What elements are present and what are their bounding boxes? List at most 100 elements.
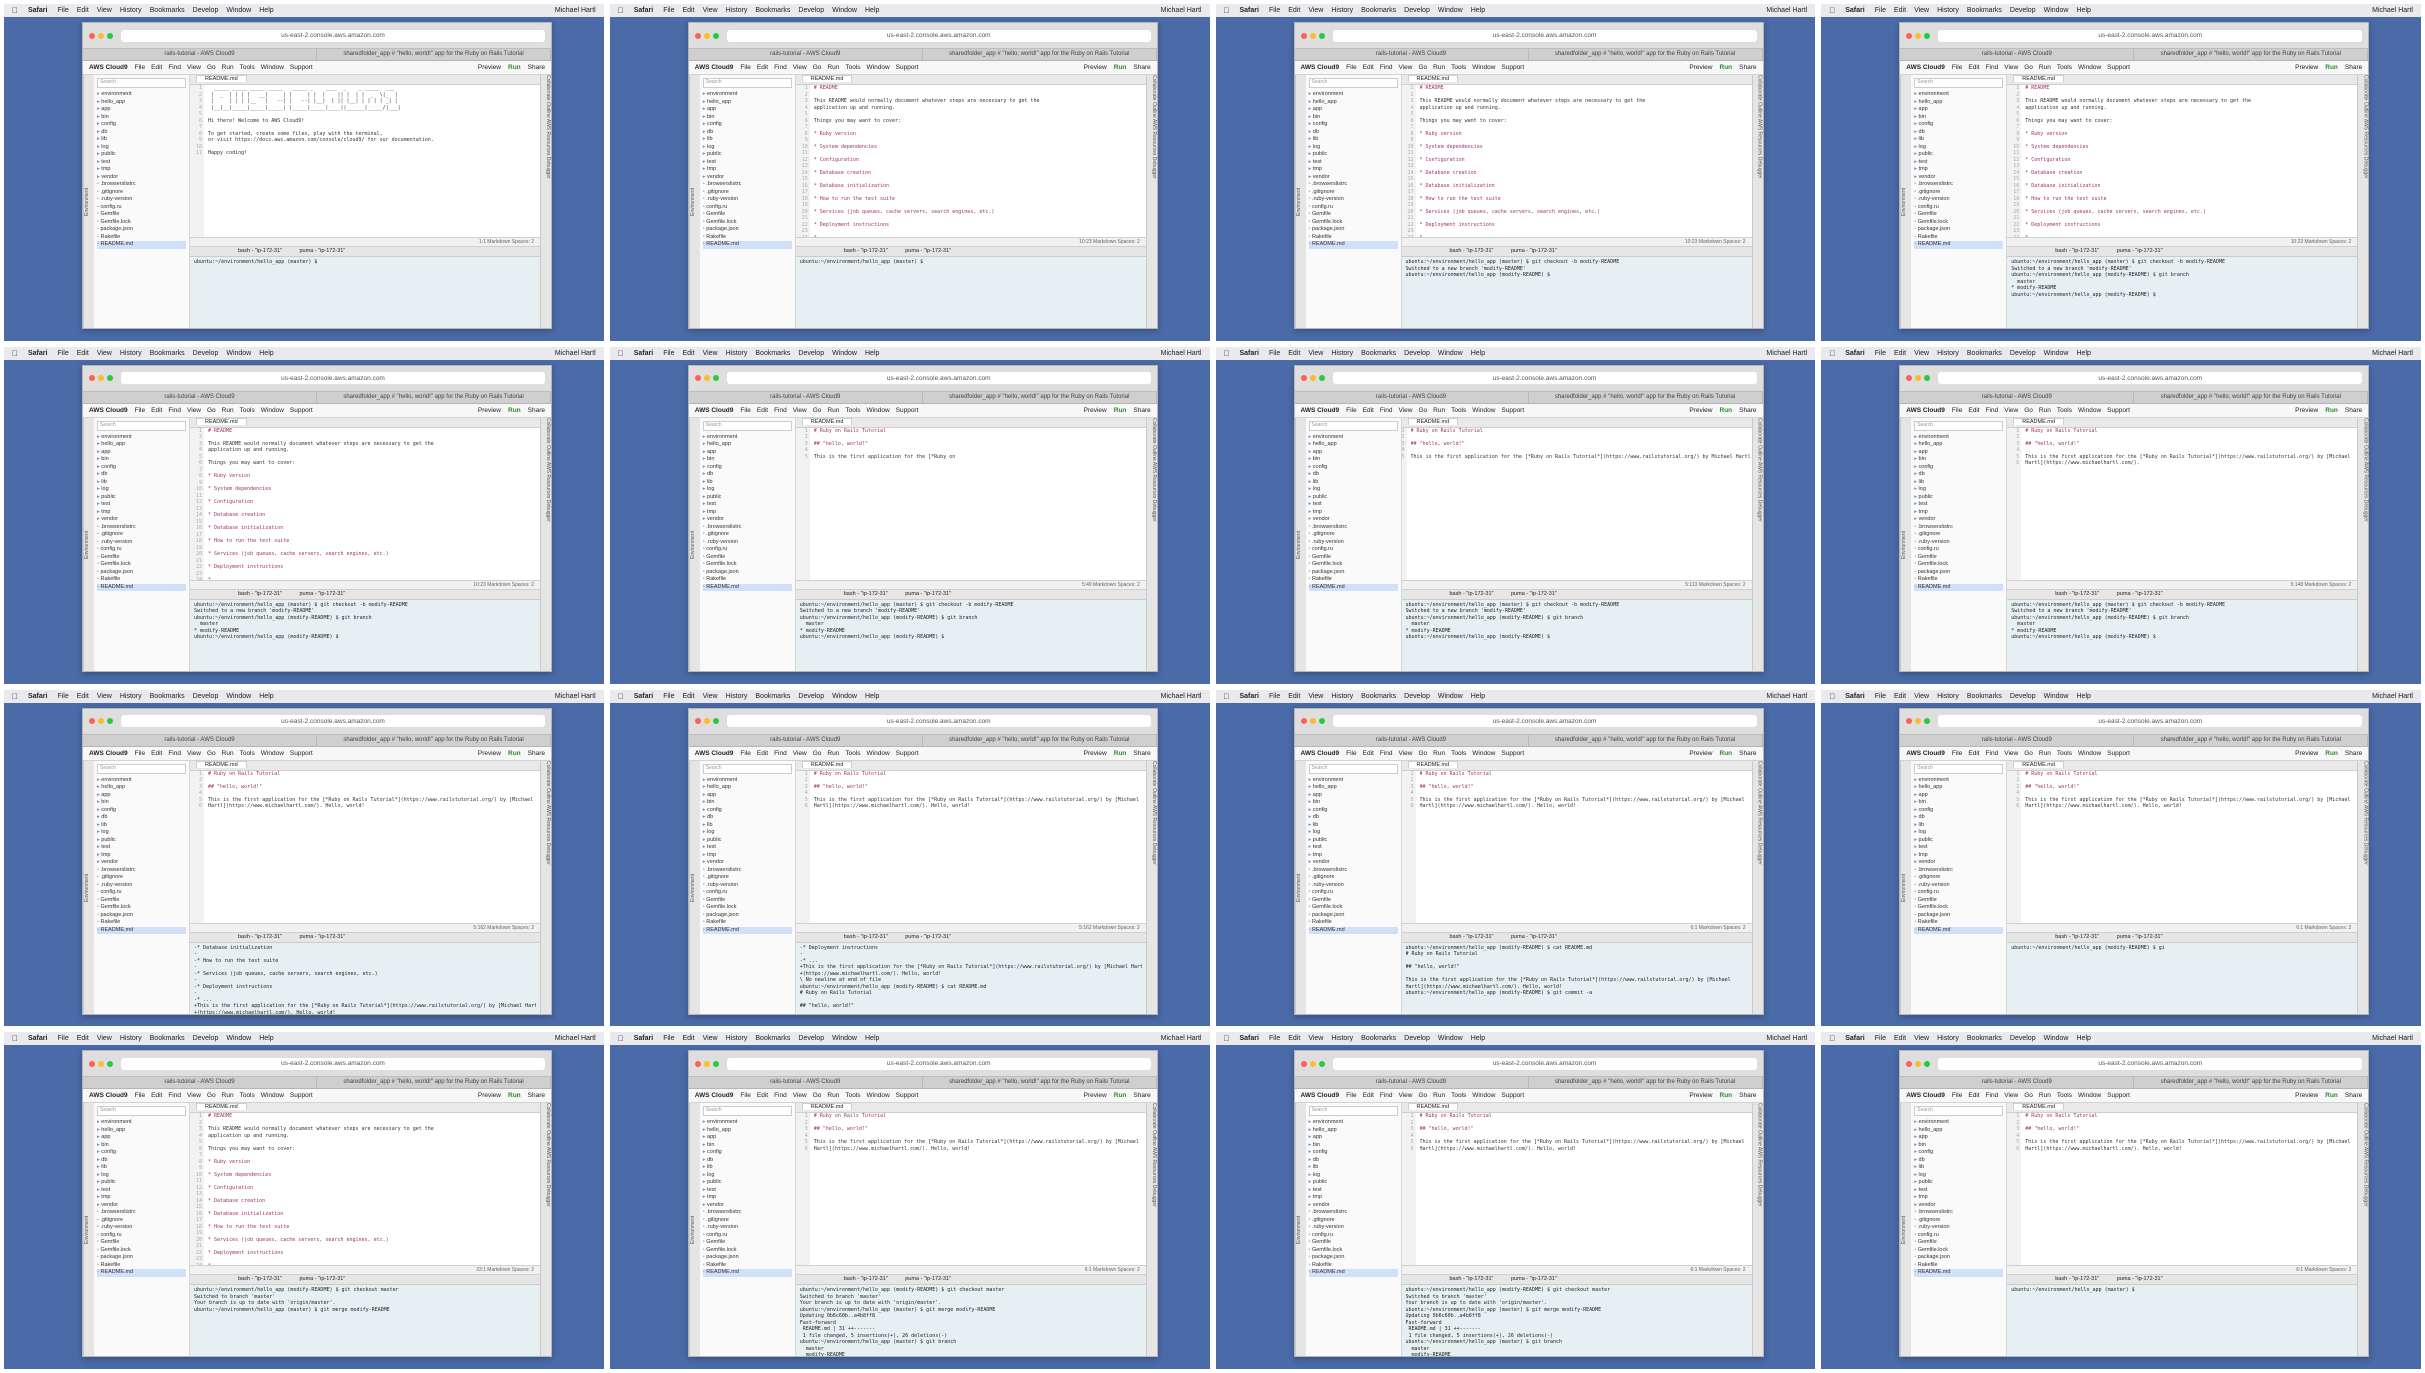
tab-bash[interactable]: bash - "ip-172-31"	[836, 1276, 896, 1282]
apple-icon[interactable]: 	[618, 6, 624, 15]
tree-folder[interactable]: environment	[703, 777, 792, 785]
menubar-item[interactable]: Help	[2077, 7, 2091, 14]
tree-folder[interactable]: tmp	[1309, 852, 1398, 860]
tab-puma[interactable]: puma - "ip-172-31"	[897, 934, 959, 940]
tree-file[interactable]: package.json	[97, 912, 186, 920]
tab-readme[interactable]: README.md	[1407, 75, 1459, 82]
cloud9-menu-item[interactable]: Find	[1986, 1092, 1999, 1099]
tree-file[interactable]: .ruby-version	[97, 882, 186, 890]
tree-folder[interactable]: public	[703, 494, 792, 502]
tab-puma[interactable]: puma - "ip-172-31"	[1503, 248, 1565, 254]
tree-folder[interactable]: public	[97, 151, 186, 159]
browser-tab-github[interactable]: sharedfolder_app # "hello, world!" app f…	[1529, 391, 1763, 403]
browser-tab-cloud9[interactable]: rails-tutorial - AWS Cloud9	[1295, 49, 1529, 60]
tab-readme[interactable]: README.md	[1407, 417, 1459, 425]
menubar-item[interactable]: Help	[2077, 350, 2091, 357]
menubar-item[interactable]: Window	[832, 350, 857, 357]
tab-readme[interactable]: README.md	[196, 760, 247, 768]
tree-file[interactable]: README.md	[1308, 241, 1398, 249]
cloud9-menu-item[interactable]: Tools	[1451, 1092, 1466, 1099]
terminal[interactable]: ubuntu:~/environment/hello_app (modify-R…	[190, 1285, 540, 1357]
menubar-item[interactable]: Window	[1438, 693, 1463, 700]
apple-icon[interactable]: 	[1829, 6, 1835, 15]
tree-folder[interactable]: environment	[97, 777, 186, 785]
tab-readme[interactable]: README.md	[2013, 417, 2064, 425]
close-window-icon[interactable]	[694, 375, 701, 382]
share-button[interactable]: Share	[528, 407, 545, 414]
close-window-icon[interactable]	[89, 375, 95, 382]
tree-folder[interactable]: tmp	[1914, 166, 2003, 174]
cloud9-menu-item[interactable]: Find	[1380, 407, 1393, 414]
tree-file[interactable]: .ruby-version	[1309, 196, 1398, 204]
cloud9-menu-item[interactable]: Support	[290, 1092, 313, 1099]
tree-folder[interactable]: environment	[1309, 434, 1398, 442]
close-window-icon[interactable]	[89, 718, 95, 724]
share-button[interactable]: Share	[528, 1092, 545, 1099]
apple-icon[interactable]: 	[1224, 6, 1230, 15]
tree-folder[interactable]: app	[703, 792, 792, 800]
cloud9-menu-item[interactable]: File	[1346, 750, 1356, 757]
tree-file[interactable]: .browserslistrc	[97, 181, 186, 189]
tree-folder[interactable]: hello_app	[1914, 784, 2003, 792]
browser-tab-github[interactable]: sharedfolder_app # "hello, world!" app f…	[317, 49, 551, 60]
tree-folder[interactable]: config	[703, 464, 792, 472]
address-bar[interactable]: us-east-2.console.aws.amazon.com	[726, 1057, 1151, 1070]
cloud9-brand[interactable]: AWS Cloud9	[89, 64, 128, 71]
tab-bash[interactable]: bash - "ip-172-31"	[230, 248, 290, 254]
menubar-item[interactable]: Help	[259, 693, 273, 700]
cloud9-menu-item[interactable]: Run	[1433, 407, 1445, 414]
tree-folder[interactable]: environment	[703, 434, 792, 442]
right-panel-tabs[interactable]: Collaborate Outline AWS Resources Debugg…	[2357, 1103, 2369, 1357]
cloud9-menu-item[interactable]: Go	[813, 750, 822, 757]
tree-file[interactable]: Gemfile	[1914, 554, 2003, 562]
menubar-item[interactable]: Help	[259, 7, 273, 14]
tree-folder[interactable]: tmp	[703, 852, 792, 860]
close-window-icon[interactable]	[694, 718, 701, 724]
tree-file[interactable]: .ruby-version	[1309, 882, 1398, 890]
code-lines[interactable]: # Ruby on Rails Tutorial ## "hello, world…	[810, 1113, 1146, 1265]
tree-file[interactable]: .gitignore	[1309, 189, 1398, 197]
menubar-items[interactable]: File Edit View History Bookmarks Develop Windo…	[57, 693, 281, 700]
tree-file[interactable]: Gemfile	[97, 211, 186, 219]
tree-folder[interactable]: log	[97, 1172, 186, 1180]
tree-file[interactable]: .ruby-version	[703, 196, 792, 204]
right-panel-tabs[interactable]: Collaborate Outline AWS Resources Debugg…	[2357, 417, 2369, 671]
cloud9-menu-item[interactable]: Edit	[757, 407, 768, 414]
menubar-items[interactable]: File Edit View History Bookmarks Develop Windo…	[663, 350, 887, 357]
tree-file[interactable]: README.md	[97, 1269, 186, 1277]
tree-folder[interactable]: public	[1914, 837, 2003, 845]
menubar-items[interactable]: File Edit View History Bookmarks Develop Windo…	[1269, 693, 1493, 700]
tab-readme[interactable]: README.md	[196, 417, 247, 425]
tree-folder[interactable]: hello_app	[1914, 441, 2003, 449]
tree-folder[interactable]: lib	[97, 136, 186, 144]
cloud9-menu-item[interactable]: Support	[896, 1092, 919, 1099]
address-bar[interactable]: us-east-2.console.aws.amazon.com	[726, 29, 1151, 42]
minimize-window-icon[interactable]	[703, 32, 710, 39]
tree-folder[interactable]: lib	[703, 1164, 792, 1172]
terminal[interactable]: ubuntu:~/environment/hello_app (modify-R…	[1401, 1285, 1752, 1357]
minimize-window-icon[interactable]	[1915, 718, 1922, 724]
terminal[interactable]: ubuntu:~/environment/hello_app (master) …	[2007, 1285, 2358, 1357]
file-search-input[interactable]: Search	[702, 78, 792, 88]
tree-folder[interactable]: bin	[703, 799, 792, 807]
menubar-item[interactable]: Edit	[1288, 7, 1300, 14]
menubar-item[interactable]: Edit	[77, 350, 89, 357]
menubar-item[interactable]: View	[1308, 350, 1323, 357]
menubar-item[interactable]: Develop	[798, 350, 824, 357]
menubar-items[interactable]: File Edit View History Bookmarks Develop Windo…	[1875, 1035, 2099, 1042]
menubar-item[interactable]: File	[57, 693, 68, 700]
cloud9-brand[interactable]: AWS Cloud9	[89, 1092, 128, 1099]
tree-file[interactable]: .browserslistrc	[1914, 867, 2003, 875]
file-search-input[interactable]: Search	[97, 1106, 186, 1117]
tree-file[interactable]: Gemfile	[1309, 211, 1398, 219]
tree-folder[interactable]: db	[1914, 129, 2003, 137]
code-editor[interactable]: 1 2 3 4 5 6 7 8 9 10 11 12 13 14 15 16 17 18 19 20 21 22 23 24 …	[1401, 85, 1752, 238]
run-button[interactable]: Run	[2325, 407, 2338, 414]
menubar-item[interactable]: Develop	[2010, 350, 2036, 357]
preview-button[interactable]: Preview	[1084, 750, 1107, 757]
tree-file[interactable]: .ruby-version	[1914, 1224, 2003, 1232]
right-panel-tabs[interactable]: Collaborate Outline AWS Resources Debugg…	[1751, 417, 1763, 671]
tree-folder[interactable]: app	[703, 449, 792, 457]
tree-file[interactable]: .browserslistrc	[1309, 1209, 1398, 1217]
menubar-item[interactable]: History	[726, 350, 748, 357]
